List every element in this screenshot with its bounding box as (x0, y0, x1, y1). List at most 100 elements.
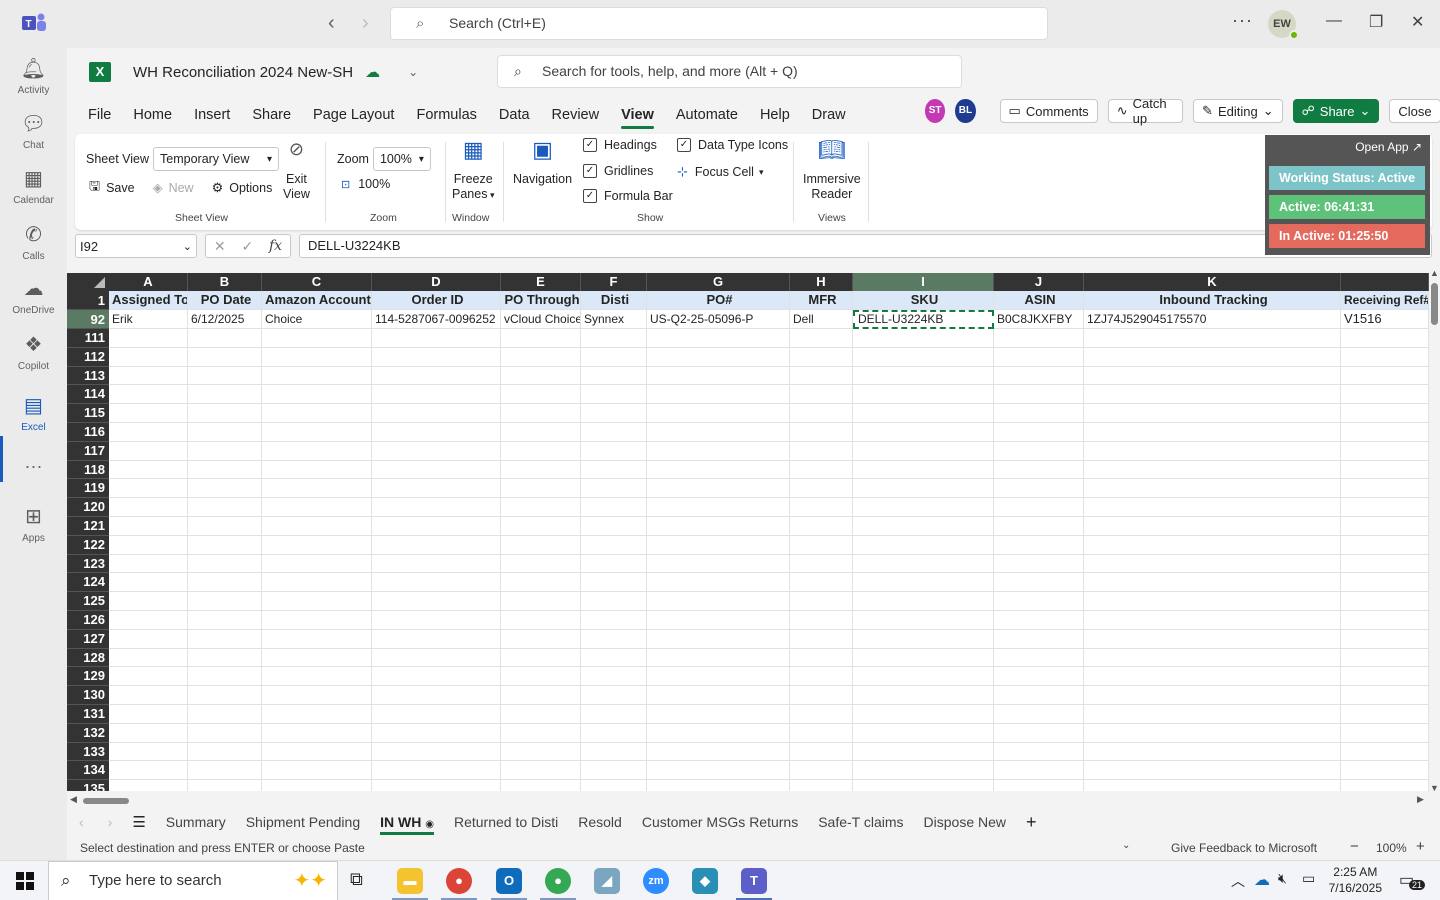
forward-arrow-icon[interactable]: › (362, 12, 369, 35)
header-cell[interactable]: MFR (790, 291, 853, 310)
formula-input[interactable]: DELL-U3224KB (299, 234, 1432, 258)
tab-review[interactable]: Review (552, 107, 600, 123)
file-explorer-icon[interactable]: ▬ (397, 868, 423, 894)
column-header[interactable]: I (853, 273, 994, 291)
zoom-100-button[interactable]: ⊡ 100% (341, 177, 390, 191)
teams-logo-icon[interactable]: T (22, 12, 46, 34)
row-header[interactable]: 111 (67, 329, 109, 348)
close-window-icon[interactable]: ✕ (1411, 12, 1424, 32)
next-sheet-icon[interactable]: › (108, 814, 113, 830)
row-header[interactable]: 131 (67, 705, 109, 724)
column-header[interactable]: F (581, 273, 647, 291)
save-button[interactable]: Save (106, 181, 135, 195)
rail-apps[interactable]: ⊞ Apps (0, 504, 67, 544)
function-icon[interactable]: fx (269, 238, 282, 254)
data-cell[interactable]: V1516 (1341, 310, 1429, 329)
rail-chat[interactable]: 💬︎ Chat (0, 111, 67, 151)
row-header[interactable]: 92 (67, 310, 109, 329)
header-cell[interactable]: SKU (853, 291, 994, 310)
chrome-profile-icon[interactable]: ● (545, 868, 571, 894)
close-button[interactable]: Close (1389, 99, 1440, 123)
sheet-tab-shipment-pending[interactable]: Shipment Pending (246, 814, 360, 830)
header-cell[interactable]: PO# (647, 291, 790, 310)
prev-sheet-icon[interactable]: ‹ (79, 814, 84, 830)
tab-share[interactable]: Share (252, 107, 291, 123)
column-header[interactable]: A (109, 273, 188, 291)
collaborator-avatar[interactable]: ST (925, 99, 946, 123)
back-arrow-icon[interactable]: ‹ (328, 12, 335, 35)
row-header[interactable]: 115 (67, 404, 109, 423)
tab-home[interactable]: Home (133, 107, 172, 123)
row-header[interactable]: 120 (67, 498, 109, 517)
row-header[interactable]: 114 (67, 385, 109, 405)
formula-bar-checkbox[interactable]: ✓ Formula Bar (583, 189, 673, 203)
row-header[interactable]: 133 (67, 742, 109, 762)
zoom-in-icon[interactable]: + (1416, 838, 1425, 855)
column-header[interactable]: C (262, 273, 372, 291)
exit-view-button[interactable]: ⊘ Exit View (283, 140, 310, 202)
zoom-out-icon[interactable]: − (1350, 838, 1359, 855)
column-header[interactable]: E (501, 273, 581, 291)
header-cell[interactable]: Order ID (372, 291, 501, 310)
data-cell[interactable]: US-Q2-25-05096-P (647, 310, 790, 329)
chevron-down-icon[interactable]: ⌄ (408, 65, 418, 79)
network-icon[interactable]: ▭ (1302, 870, 1315, 887)
data-cell[interactable]: Dell (790, 310, 853, 329)
rail-activity[interactable]: 🔔︎ Activity (0, 56, 67, 96)
header-cell[interactable]: Disti (581, 291, 647, 310)
row-header[interactable]: 119 (67, 479, 109, 499)
row-header[interactable]: 117 (67, 441, 109, 461)
zoom-app-icon[interactable]: zm (643, 868, 669, 894)
app-icon[interactable]: ◢ (594, 868, 620, 894)
scroll-left-icon[interactable]: ◀ (70, 794, 77, 805)
focus-cell-button[interactable]: ⊹ Focus Cell ▾ (677, 164, 763, 180)
row-header[interactable]: 129 (67, 667, 109, 687)
tab-page-layout[interactable]: Page Layout (313, 107, 394, 123)
row-header[interactable]: 126 (67, 611, 109, 630)
data-cell[interactable]: Synnex (581, 310, 647, 329)
header-cell[interactable]: PO Date (188, 291, 262, 310)
freeze-panes-button[interactable]: ▦ Freeze Panes ▾ (452, 139, 494, 203)
comments-button[interactable]: ▭ Comments (999, 99, 1098, 123)
data-cell[interactable]: 114-5287067-0096252 (372, 310, 501, 329)
header-cell[interactable]: Assigned To (109, 291, 188, 310)
sheet-tab-summary[interactable]: Summary (166, 814, 226, 830)
spreadsheet-grid[interactable]: ABCDEFGHIJK 1 Assigned To PO Date Amazon Ac… (67, 273, 1429, 791)
column-header[interactable]: D (372, 273, 501, 291)
row-header[interactable]: 130 (67, 686, 109, 705)
header-cell[interactable]: Receiving Ref# (1341, 291, 1429, 310)
data-type-icons-checkbox[interactable]: ✓ Data Type Icons (677, 138, 788, 152)
data-cell[interactable]: B0C8JKXFBY (994, 310, 1084, 329)
rail-onedrive[interactable]: ☁︎ OneDrive (0, 276, 67, 316)
autosave-cloud-icon[interactable]: ☁︎ (365, 63, 380, 81)
vertical-scrollbar[interactable]: ▲ ▼ (1429, 268, 1440, 797)
document-name[interactable]: WH Reconciliation 2024 New-SH (133, 64, 353, 81)
catch-up-button[interactable]: ∿ Catch up (1107, 96, 1184, 126)
tab-automate[interactable]: Automate (676, 107, 738, 123)
row-header[interactable]: 132 (67, 723, 109, 743)
immersive-reader-button[interactable]: 📖︎ Immersive Reader (803, 139, 861, 202)
data-cell[interactable]: Erik (109, 310, 188, 329)
sheet-tab-customer-msgs-returns[interactable]: Customer MSGs Returns (642, 814, 798, 830)
tab-help[interactable]: Help (760, 107, 790, 123)
scroll-down-icon[interactable]: ▼ (1430, 783, 1439, 793)
row-header[interactable]: 127 (67, 629, 109, 649)
chevron-up-icon[interactable]: ︿ (1231, 871, 1245, 891)
taskbar-clock[interactable]: 2:25 AM 7/16/2025 (1329, 864, 1382, 896)
windows-start-icon[interactable] (16, 872, 34, 890)
minimize-icon[interactable]: — (1326, 12, 1342, 30)
row-header[interactable]: 123 (67, 554, 109, 574)
tab-view[interactable]: View (621, 107, 654, 129)
tools-search-input[interactable]: ⌕ Search for tools, help, and more (Alt … (497, 55, 962, 88)
tab-formulas[interactable]: Formulas (416, 107, 476, 123)
column-header[interactable]: K (1084, 273, 1341, 291)
data-cell[interactable]: vCloud Choice (501, 310, 581, 329)
gridlines-checkbox[interactable]: ✓ Gridlines (583, 164, 653, 178)
options-button[interactable]: Options (229, 181, 272, 195)
collaborator-avatar[interactable]: BL (955, 99, 976, 123)
row-header[interactable]: 122 (67, 535, 109, 555)
row-header[interactable]: 135 (67, 780, 109, 791)
row-header[interactable]: 121 (67, 517, 109, 536)
rail-copilot[interactable]: ❖ Copilot (0, 332, 67, 372)
give-feedback-link[interactable]: Give Feedback to Microsoft (1171, 841, 1317, 855)
